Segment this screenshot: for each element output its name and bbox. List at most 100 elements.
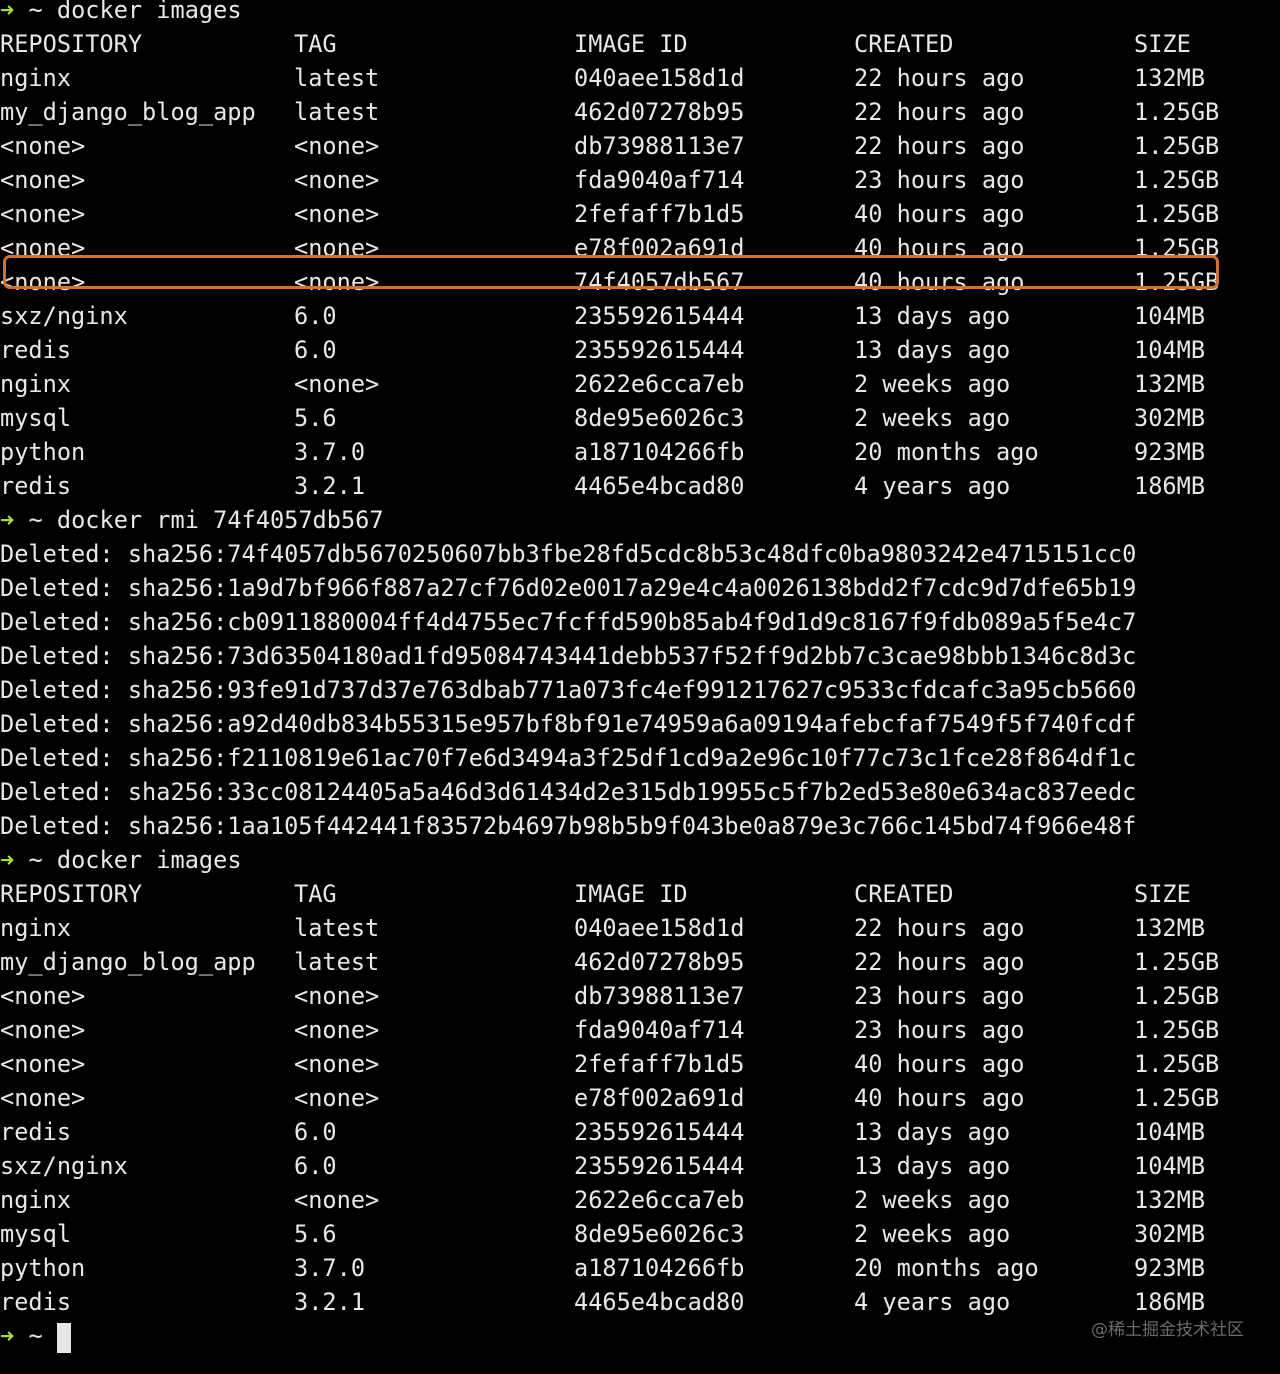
cell-size: 132MB [1134,64,1206,92]
cell-created: 22 hours ago [854,914,1025,942]
table-row: nginx <none> 2622e6cca7eb 2 weeks ago 132MB [0,1183,1280,1217]
cell-created: 13 days ago [854,336,1011,364]
cell-image-id: db73988113e7 [574,982,745,1010]
cell-created: 23 hours ago [854,166,1025,194]
cell-tag: <none> [294,200,380,228]
table-row: mysql 5.6 8de95e6026c3 2 weeks ago 302MB [0,401,1280,435]
cell-created: 22 hours ago [854,132,1025,160]
cell-tag: <none> [294,982,380,1010]
header-tag: TAG [294,30,337,58]
cell-image-id: fda9040af714 [574,1016,745,1044]
cell-repository: <none> [0,1016,86,1044]
table-row: nginx <none> 2622e6cca7eb 2 weeks ago 132MB [0,367,1280,401]
cell-created: 40 hours ago [854,1050,1025,1078]
terminal-output[interactable]: ➜ ~ docker images REPOSITORY TAG IMAGE I… [0,0,1280,1353]
cell-size: 132MB [1134,914,1206,942]
cell-tag: 3.7.0 [294,1254,366,1282]
cell-size: 104MB [1134,302,1206,330]
table-row: <none> <none> db73988113e7 23 hours ago 1.25… [0,979,1280,1013]
cell-image-id: 2622e6cca7eb [574,1186,745,1214]
cell-repository: <none> [0,166,86,194]
cell-tag: <none> [294,370,380,398]
deleted-line: Deleted: sha256:73d63504180ad1fd95084743… [0,642,1137,670]
deleted-line: Deleted: sha256:1aa105f442441f83572b4697… [0,812,1137,840]
prompt-arrow-icon: ➜ [0,846,15,874]
prompt-tilde: ~ [28,0,43,24]
cell-tag: <none> [294,1050,380,1078]
cell-tag: <none> [294,1186,380,1214]
prompt-line: ➜ ~ docker images [0,843,1280,877]
cell-repository: redis [0,1118,72,1146]
cell-created: 23 hours ago [854,982,1025,1010]
watermark: @稀土掘金技术社区 [1091,1320,1244,1340]
cell-repository: nginx [0,370,72,398]
table-row: redis 3.2.1 4465e4bcad80 4 years ago 186MB [0,469,1280,503]
cell-image-id: 462d07278b95 [574,948,745,976]
cell-repository: <none> [0,1084,86,1112]
cell-repository: sxz/nginx [0,1152,128,1180]
table-row: <none> <none> fda9040af714 23 hours ago 1.25… [0,163,1280,197]
deleted-line: Deleted: sha256:a92d40db834b55315e957bf8… [0,710,1137,738]
cell-image-id: 2fefaff7b1d5 [574,1050,745,1078]
prompt-tilde: ~ [28,846,43,874]
cell-tag: 3.2.1 [294,1288,366,1316]
cell-image-id: 235592615444 [574,336,745,364]
cell-image-id: 235592615444 [574,302,745,330]
cell-size: 132MB [1134,370,1206,398]
deleted-output: Deleted: sha256:74f4057db5670250607bb3fb… [0,537,1280,843]
cell-repository: python [0,1254,86,1282]
cell-created: 2 weeks ago [854,404,1011,432]
cell-size: 132MB [1134,1186,1206,1214]
header-size: SIZE [1134,30,1191,58]
table-row: <none> <none> db73988113e7 22 hours ago 1.25… [0,129,1280,163]
cell-created: 4 years ago [854,472,1011,500]
deleted-line: Deleted: sha256:93fe91d737d37e763dbab771… [0,676,1137,704]
header-repository: REPOSITORY [0,880,143,908]
cell-size: 186MB [1134,1288,1206,1316]
cell-tag: 6.0 [294,302,337,330]
table-row: nginx latest 040aee158d1d 22 hours ago 132MB [0,61,1280,95]
cell-created: 40 hours ago [854,268,1025,296]
prompt-tilde: ~ [28,506,43,534]
cell-repository: redis [0,472,72,500]
prompt-arrow-icon: ➜ [0,506,15,534]
cell-size: 1.25GB [1134,268,1220,296]
prompt-line: ➜ ~ docker images [0,0,1280,27]
cell-tag: 5.6 [294,404,337,432]
cell-size: 104MB [1134,1118,1206,1146]
cell-image-id: 040aee158d1d [574,64,745,92]
cell-repository: redis [0,336,72,364]
cell-tag: <none> [294,268,380,296]
cell-image-id: a187104266fb [574,1254,745,1282]
cell-size: 1.25GB [1134,200,1220,228]
text-cursor[interactable] [56,1322,71,1353]
header-size: SIZE [1134,880,1191,908]
cell-size: 1.25GB [1134,98,1220,126]
cell-tag: <none> [294,1084,380,1112]
cell-tag: 6.0 [294,336,337,364]
cell-image-id: 235592615444 [574,1152,745,1180]
table-header: REPOSITORY TAG IMAGE ID CREATED SIZE [0,27,1280,61]
deleted-line: Deleted: sha256:74f4057db5670250607bb3fb… [0,540,1137,568]
cell-created: 22 hours ago [854,64,1025,92]
cell-image-id: fda9040af714 [574,166,745,194]
deleted-line: Deleted: sha256:33cc08124405a5a46d3d6143… [0,778,1137,806]
cell-repository: redis [0,1288,72,1316]
prompt-arrow-icon: ➜ [0,1322,15,1350]
cell-repository: nginx [0,1186,72,1214]
cell-size: 104MB [1134,336,1206,364]
cell-repository: <none> [0,982,86,1010]
cell-image-id: a187104266fb [574,438,745,466]
cell-size: 1.25GB [1134,948,1220,976]
prompt-line[interactable]: ➜ ~ [0,1319,1280,1353]
table-row: <none> <none> e78f002a691d 40 hours ago 1.25… [0,1081,1280,1115]
table-row: my_django_blog_app latest 462d07278b95 22 h… [0,945,1280,979]
command-text: docker rmi 74f4057db567 [56,506,384,534]
cell-image-id: e78f002a691d [574,1084,745,1112]
table-row: <none> <none> 74f4057db567 40 hours ago 1.25… [0,265,1280,299]
cell-repository: mysql [0,1220,72,1248]
cell-repository: <none> [0,268,86,296]
cell-tag: latest [294,948,380,976]
cell-created: 40 hours ago [854,1084,1025,1112]
cell-image-id: 462d07278b95 [574,98,745,126]
